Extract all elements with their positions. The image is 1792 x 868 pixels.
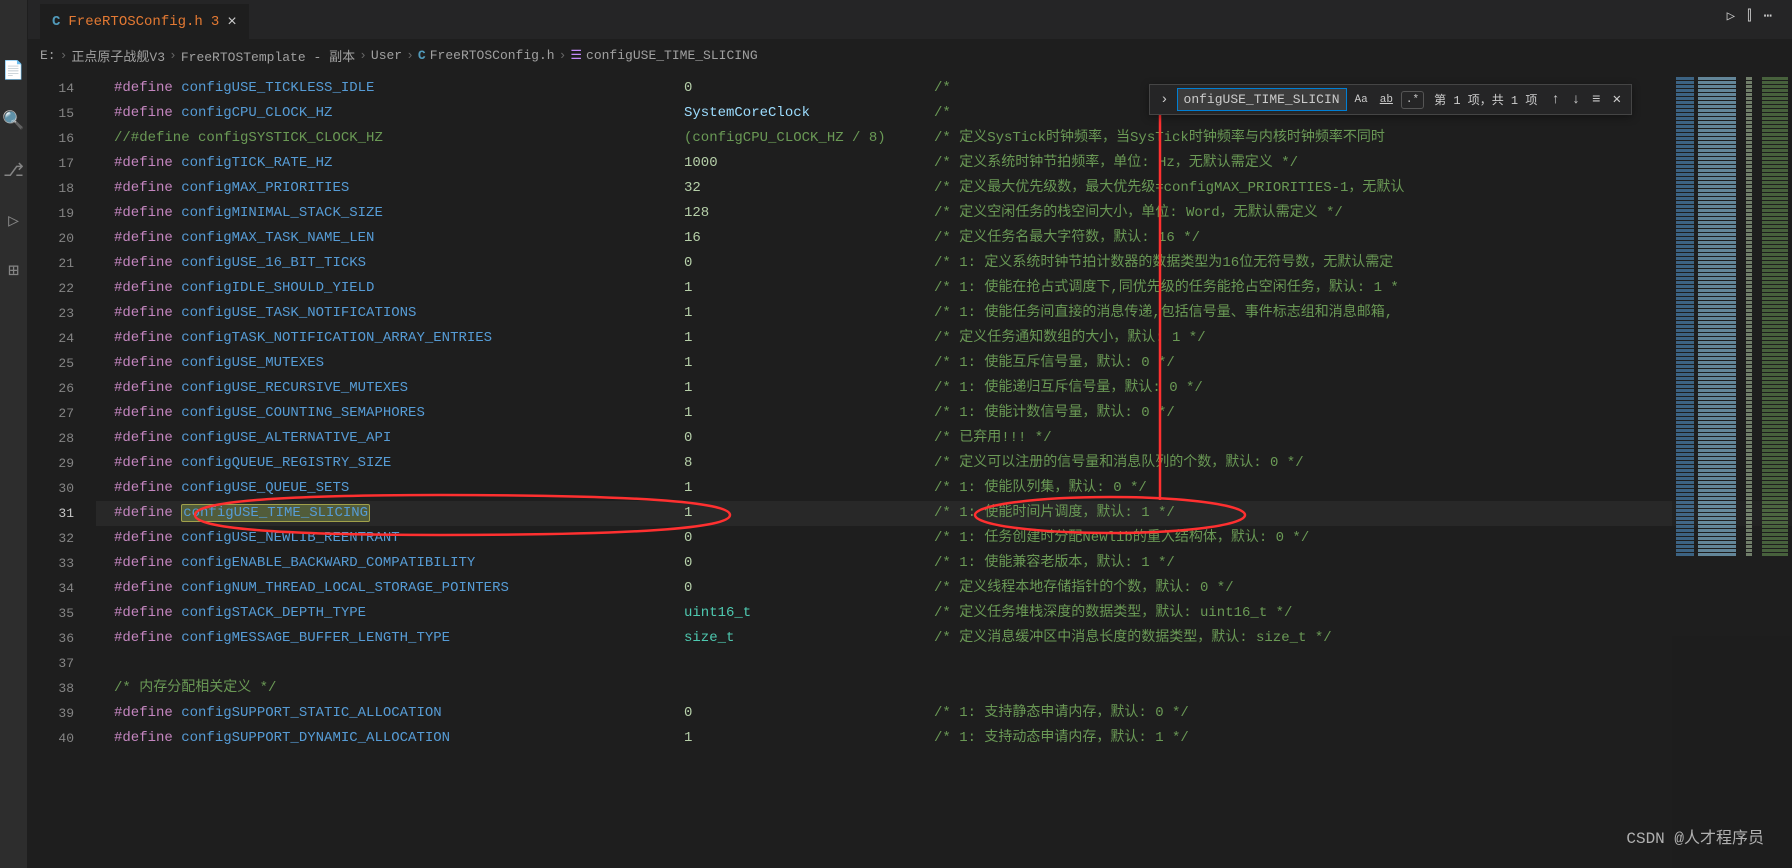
code-line[interactable]: #define configMESSAGE_BUFFER_LENGTH_TYPE…: [96, 626, 1792, 651]
line-number: 17: [28, 151, 96, 176]
extensions-icon[interactable]: ⊞: [8, 260, 19, 282]
explorer-icon[interactable]: 📄: [2, 60, 24, 82]
code-line[interactable]: #define configUSE_TASK_NOTIFICATIONS1/* …: [96, 301, 1792, 326]
code-line[interactable]: /* 内存分配相关定义 */: [96, 676, 1792, 701]
match-case-icon[interactable]: Aa: [1351, 92, 1372, 108]
code-line[interactable]: #define configUSE_MUTEXES1/* 1: 使能互斥信号量，…: [96, 351, 1792, 376]
code-line[interactable]: #define configUSE_RECURSIVE_MUTEXES1/* 1…: [96, 376, 1792, 401]
line-number: 15: [28, 101, 96, 126]
line-number: 16: [28, 126, 96, 151]
line-number: 33: [28, 551, 96, 576]
more-icon[interactable]: ⋯: [1764, 8, 1772, 25]
code-line[interactable]: #define configMAX_PRIORITIES32/* 定义最大优先级…: [96, 176, 1792, 201]
line-number: 20: [28, 226, 96, 251]
code-line[interactable]: #define configUSE_NEWLIB_REENTRANT0/* 1:…: [96, 526, 1792, 551]
code-line[interactable]: #define configENABLE_BACKWARD_COMPATIBIL…: [96, 551, 1792, 576]
code-line[interactable]: #define configMINIMAL_STACK_SIZE128/* 定义…: [96, 201, 1792, 226]
find-prev-icon[interactable]: ↑: [1547, 92, 1563, 108]
find-in-selection-icon[interactable]: ≡: [1588, 92, 1604, 108]
line-number: 30: [28, 476, 96, 501]
line-number: 19: [28, 201, 96, 226]
line-number: 39: [28, 701, 96, 726]
code-area[interactable]: #define configUSE_TICKLESS_IDLE0/*#defin…: [96, 76, 1792, 751]
watermark: CSDN @人才程序员: [1626, 824, 1764, 848]
code-line[interactable]: #define configUSE_16_BIT_TICKS0/* 1: 定义系…: [96, 251, 1792, 276]
c-lang-badge: C: [418, 48, 426, 63]
code-line[interactable]: #define configTASK_NOTIFICATION_ARRAY_EN…: [96, 326, 1792, 351]
breadcrumb-symbol[interactable]: configUSE_TIME_SLICING: [586, 48, 758, 63]
line-gutter: 1415161718192021222324252627282930313233…: [28, 76, 96, 751]
search-icon[interactable]: 🔍: [2, 110, 24, 132]
line-number: 35: [28, 601, 96, 626]
breadcrumb-seg[interactable]: E:: [40, 48, 56, 63]
code-line[interactable]: #define configTICK_RATE_HZ1000/* 定义系统时钟节…: [96, 151, 1792, 176]
line-number: 29: [28, 451, 96, 476]
tab-mod-count: 3: [211, 14, 219, 30]
editor-actions: ▷ ⫿ ⋯: [1727, 8, 1772, 25]
scm-icon[interactable]: ⎇: [3, 160, 24, 182]
find-input[interactable]: [1177, 88, 1347, 111]
breadcrumb[interactable]: E: › 正点原子战舰V3 › FreeRTOSTemplate - 副本 › …: [0, 40, 1792, 71]
find-result-count: 第 1 项，共 1 项: [1428, 91, 1543, 108]
line-number: 28: [28, 426, 96, 451]
code-line[interactable]: #define configIDLE_SHOULD_YIELD1/* 1: 使能…: [96, 276, 1792, 301]
code-line[interactable]: #define configUSE_ALTERNATIVE_API0/* 已弃用…: [96, 426, 1792, 451]
code-line[interactable]: #define configSUPPORT_STATIC_ALLOCATION0…: [96, 701, 1792, 726]
close-icon[interactable]: ×: [227, 13, 237, 31]
find-toggle-replace[interactable]: ›: [1156, 92, 1172, 108]
code-line[interactable]: #define configSUPPORT_DYNAMIC_ALLOCATION…: [96, 726, 1792, 751]
symbol-icon: ☰: [570, 48, 582, 63]
code-line[interactable]: #define configMAX_TASK_NAME_LEN16/* 定义任务…: [96, 226, 1792, 251]
code-line[interactable]: #define configQUEUE_REGISTRY_SIZE8/* 定义可…: [96, 451, 1792, 476]
code-line[interactable]: #define configSTACK_DEPTH_TYPEuint16_t/*…: [96, 601, 1792, 626]
line-number: 27: [28, 401, 96, 426]
line-number: 38: [28, 676, 96, 701]
line-number: 40: [28, 726, 96, 751]
code-line[interactable]: //#define configSYSTICK_CLOCK_HZ(configC…: [96, 126, 1792, 151]
code-line[interactable]: #define configNUM_THREAD_LOCAL_STORAGE_P…: [96, 576, 1792, 601]
editor[interactable]: 1415161718192021222324252627282930313233…: [28, 76, 1792, 868]
line-number: 34: [28, 576, 96, 601]
line-number: 36: [28, 626, 96, 651]
breadcrumb-seg[interactable]: 正点原子战舰V3: [71, 46, 165, 65]
tab-filename: FreeRTOSConfig.h: [68, 14, 202, 30]
c-lang-badge: C: [52, 14, 60, 30]
regex-icon[interactable]: .*: [1401, 91, 1424, 109]
code-line[interactable]: #define configUSE_COUNTING_SEMAPHORES1/*…: [96, 401, 1792, 426]
activity-bar: 📄 🔍 ⎇ ▷ ⊞: [0, 0, 28, 868]
debug-icon[interactable]: ▷: [8, 210, 19, 232]
line-number: 14: [28, 76, 96, 101]
line-number: 21: [28, 251, 96, 276]
line-number: 23: [28, 301, 96, 326]
line-number: 31: [28, 501, 96, 526]
line-number: 22: [28, 276, 96, 301]
whole-word-icon[interactable]: ab: [1376, 92, 1397, 108]
line-number: 25: [28, 351, 96, 376]
code-line[interactable]: #define configUSE_TIME_SLICING1/* 1: 使能时…: [96, 501, 1792, 526]
breadcrumb-seg[interactable]: FreeRTOSTemplate - 副本: [181, 46, 355, 65]
line-number: 24: [28, 326, 96, 351]
split-icon[interactable]: ⫿: [1747, 9, 1751, 25]
code-line[interactable]: #define configUSE_QUEUE_SETS1/* 1: 使能队列集…: [96, 476, 1792, 501]
editor-tab[interactable]: C FreeRTOSConfig.h 3 ×: [40, 4, 249, 39]
line-number: 18: [28, 176, 96, 201]
code-line[interactable]: [96, 651, 1792, 676]
find-next-icon[interactable]: ↓: [1568, 92, 1584, 108]
line-number: 26: [28, 376, 96, 401]
find-widget: › Aa ab .* 第 1 项，共 1 项 ↑ ↓ ≡ ✕: [1149, 84, 1632, 115]
run-icon[interactable]: ▷: [1727, 8, 1735, 25]
breadcrumb-file[interactable]: FreeRTOSConfig.h: [430, 48, 555, 63]
breadcrumb-seg[interactable]: User: [371, 48, 402, 63]
line-number: 37: [28, 651, 96, 676]
tab-bar: C FreeRTOSConfig.h 3 × ▷ ⫿ ⋯: [0, 0, 1792, 40]
line-number: 32: [28, 526, 96, 551]
find-close-icon[interactable]: ✕: [1609, 91, 1625, 108]
minimap[interactable]: [1672, 76, 1792, 868]
